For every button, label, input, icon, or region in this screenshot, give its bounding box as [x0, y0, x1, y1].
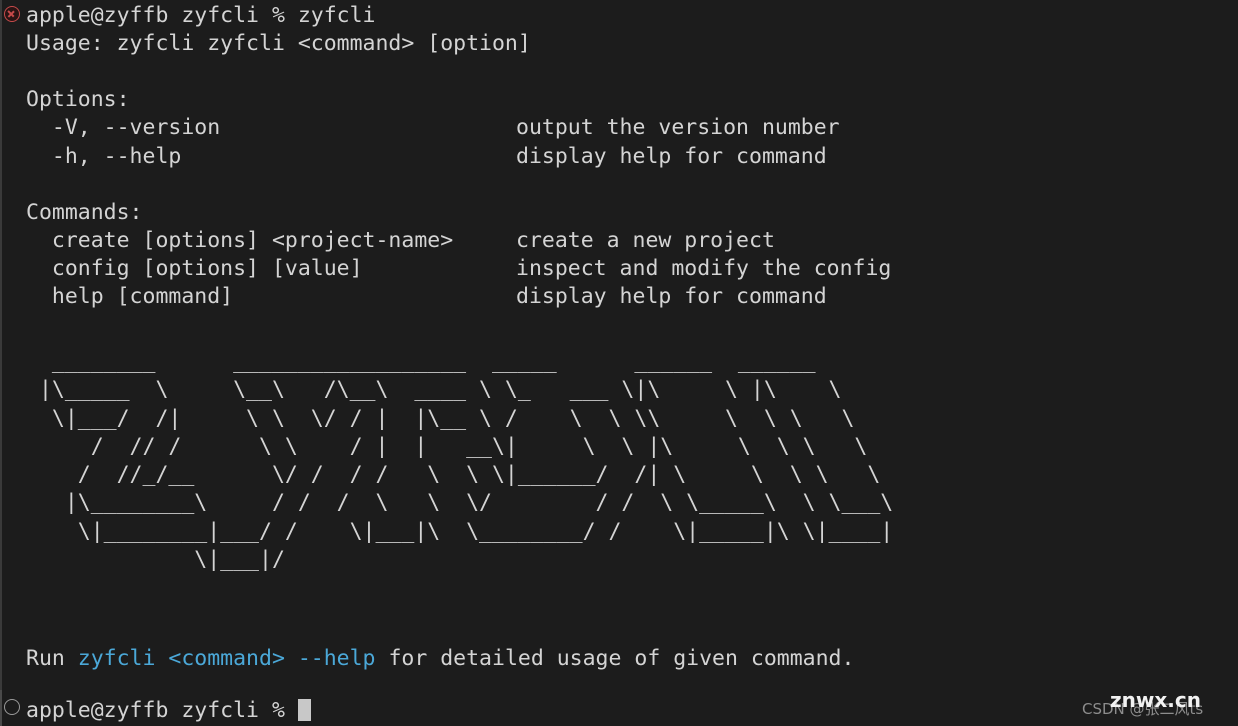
- ascii-art-banner: ________ __________________ _____ ______…: [38, 349, 894, 573]
- option-row-help-description: display help for command: [516, 144, 827, 169]
- command-row-create-signature: create [options] <project-name>: [26, 228, 454, 253]
- block-cursor: [297, 699, 311, 721]
- commands-header: Commands:: [26, 200, 143, 225]
- command-row-config-description: inspect and modify the config: [516, 256, 892, 281]
- terminal-screen[interactable]: apple@zyffb zyfcli % zyfcli Usage: zyfcl…: [26, 0, 1238, 726]
- options-header: Options:: [26, 87, 130, 112]
- error-circle-x-icon: [4, 6, 20, 22]
- usage-line: Usage: zyfcli zyfcli <command> [option]: [26, 31, 531, 56]
- prompt-status-gutter: [0, 0, 24, 726]
- footer-hint-line: Run zyfcli <command> --help for detailed…: [26, 645, 854, 673]
- footer-hint-suffix: for detailed usage of given command.: [375, 646, 855, 671]
- command-row-help-signature: help [command]: [26, 284, 234, 309]
- footer-hint-prefix: Run: [26, 646, 78, 671]
- footer-hint-accent: zyfcli <command> --help: [77, 646, 376, 671]
- option-row-version-flags: -V, --version: [26, 115, 221, 140]
- prompt-line-first: apple@zyffb zyfcli % zyfcli: [26, 3, 376, 28]
- command-row-config-signature: config [options] [value]: [26, 256, 363, 281]
- prompt-last-text: apple@zyffb zyfcli %: [26, 698, 298, 723]
- option-row-version-description: output the version number: [516, 115, 840, 140]
- command-row-help-description: display help for command: [516, 284, 827, 309]
- prompt-line-last[interactable]: apple@zyffb zyfcli %: [26, 697, 311, 725]
- terminal-window: apple@zyffb zyfcli % zyfcli Usage: zyfcl…: [0, 0, 1238, 726]
- idle-circle-icon: [4, 699, 20, 715]
- option-row-help-flags: -h, --help: [26, 144, 182, 169]
- command-row-create-description: create a new project: [516, 228, 775, 253]
